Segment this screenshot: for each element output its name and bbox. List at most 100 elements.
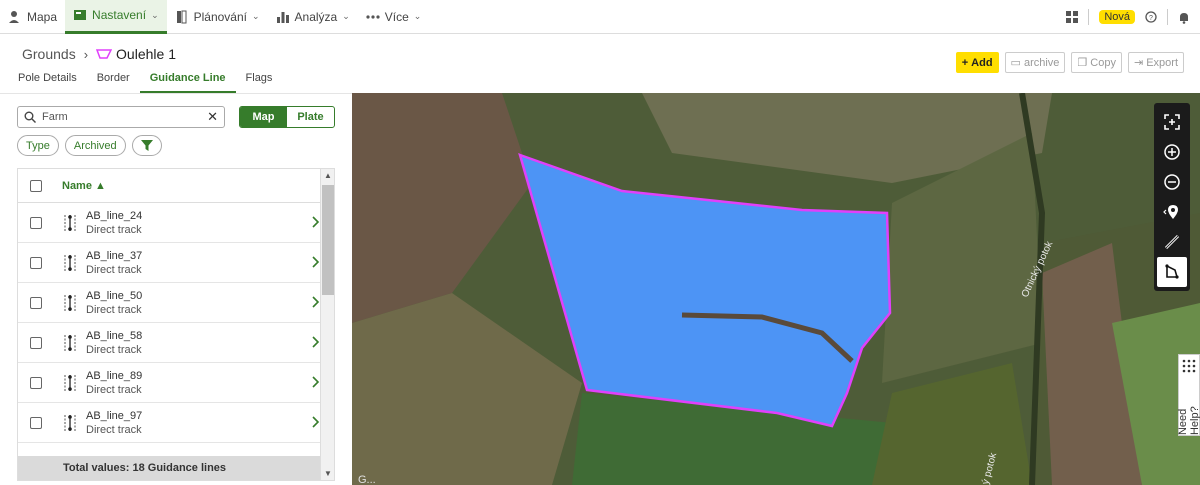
ruler-icon <box>1164 234 1180 250</box>
field-shape-icon <box>96 49 113 59</box>
guidance-line-icon <box>64 334 76 351</box>
fit-extent-button[interactable] <box>1157 107 1187 137</box>
zoom-in-icon <box>1164 144 1180 160</box>
zoom-out-button[interactable] <box>1157 167 1187 197</box>
breadcrumb: Grounds › Oulehle 1 <box>22 46 176 62</box>
list-scrollbar[interactable]: ▲ ▼ <box>320 169 334 480</box>
list-item-type: Direct track <box>86 303 142 316</box>
select-all-checkbox[interactable] <box>30 179 42 192</box>
list-item-name: AB_line_24 <box>86 209 143 222</box>
map-view[interactable]: Otnický potok ý potok G... Need Help? <box>352 93 1200 485</box>
list-item-text: AB_line_58 Direct track <box>86 329 142 357</box>
map-view-button[interactable]: Map <box>240 107 287 127</box>
list-item[interactable]: AB_line_89 Direct track <box>18 363 334 403</box>
nav-item-planovani[interactable]: Plánování ⌄ <box>167 0 268 34</box>
breadcrumb-current-label: Oulehle 1 <box>116 46 176 62</box>
list-item-name: AB_line_37 <box>86 249 143 262</box>
row-checkbox[interactable] <box>30 256 42 269</box>
view-toggle: Map Plate <box>239 106 335 128</box>
plate-view-button[interactable]: Plate <box>287 107 334 127</box>
tab-flags[interactable]: Flags <box>236 66 283 93</box>
list-item[interactable]: AB_line_24 Direct track <box>18 203 334 243</box>
scrollbar-thumb[interactable] <box>322 185 334 295</box>
measure-button[interactable] <box>1157 227 1187 257</box>
chevron-right-icon[interactable] <box>312 296 320 308</box>
need-help-label: Need Help? <box>1177 406 1200 435</box>
list-item[interactable]: AB_line_50 Direct track <box>18 283 334 323</box>
tab-pole-details[interactable]: Pole Details <box>8 66 87 93</box>
row-checkbox[interactable] <box>30 336 42 349</box>
chevron-down-icon: ⌄ <box>342 11 350 21</box>
row-checkbox[interactable] <box>30 296 42 309</box>
list-item[interactable]: AB_line_97 Direct track <box>18 403 334 443</box>
grid-dots-icon <box>1182 359 1196 373</box>
list-item[interactable]: AB_line_37 Direct track <box>18 243 334 283</box>
chevron-right-icon[interactable] <box>312 256 320 268</box>
list-rows: AB_line_24 Direct track AB_line_37 Direct t… <box>18 203 334 443</box>
chevron-right-icon: › <box>83 46 89 62</box>
list-item-text: AB_line_37 Direct track <box>86 249 142 277</box>
tab-bar: Pole Details Border Guidance Line Flags <box>0 66 1200 93</box>
scroll-down-icon[interactable]: ▼ <box>324 469 332 478</box>
row-checkbox[interactable] <box>30 216 42 229</box>
bell-icon[interactable] <box>1178 11 1190 24</box>
chevron-right-icon[interactable] <box>312 216 320 228</box>
filter-chips: Type Archived <box>17 135 162 156</box>
zoom-in-button[interactable] <box>1157 137 1187 167</box>
settings-panel-icon <box>74 10 87 20</box>
nav-item-mapa[interactable]: Mapa <box>0 0 65 34</box>
clear-icon[interactable]: ✕ <box>207 109 218 125</box>
list-item-name: AB_line_58 <box>86 329 143 342</box>
list-header: Name ▲ <box>18 169 334 203</box>
tab-border[interactable]: Border <box>87 66 140 93</box>
list-item-type: Direct track <box>86 223 142 236</box>
filter-button[interactable] <box>131 135 162 156</box>
nav-label: Analýza <box>294 9 338 24</box>
row-checkbox[interactable] <box>30 416 42 429</box>
name-column-header[interactable]: Name ▲ <box>62 180 106 192</box>
search-icon <box>24 111 36 123</box>
scroll-up-icon[interactable]: ▲ <box>324 171 332 180</box>
polygon-edit-icon <box>1165 264 1179 279</box>
nav-label: Mapa <box>27 9 58 24</box>
list-item-name: AB_line_89 <box>86 369 143 382</box>
map-toolbar <box>1154 103 1190 291</box>
list-item-text: AB_line_97 Direct track <box>86 409 142 437</box>
list-item-text: AB_line_89 Direct track <box>86 369 142 397</box>
person-pin-icon <box>9 10 19 23</box>
list-item[interactable]: AB_line_58 Direct track <box>18 323 334 363</box>
chevron-down-icon: ⌄ <box>151 9 159 20</box>
chevron-right-icon[interactable] <box>312 376 320 388</box>
apps-grid-icon[interactable] <box>1066 11 1079 23</box>
list-item-name: AB_line_97 <box>86 409 143 422</box>
list-item-name: AB_line_50 <box>86 289 143 302</box>
nav-item-analyza[interactable]: Analýza ⌄ <box>268 0 358 34</box>
top-right-controls: Nová ? <box>1066 0 1200 34</box>
nav-item-vice[interactable]: Více ⌄ <box>358 0 430 34</box>
archived-filter-chip[interactable]: Archived <box>64 135 126 156</box>
need-help-tab[interactable]: Need Help? <box>1177 354 1200 436</box>
tab-guidance-line[interactable]: Guidance Line <box>139 66 236 93</box>
guidance-line-icon <box>64 254 76 271</box>
draw-boundary-button[interactable] <box>1157 257 1187 287</box>
left-panel: Farm ✕ Map Plate Type Archived Name ▲ AB… <box>0 93 352 485</box>
list-footer: Total values: 18 Guidance lines <box>18 456 320 480</box>
type-filter-chip[interactable]: Type <box>17 135 59 156</box>
search-input[interactable]: Farm ✕ <box>17 106 225 128</box>
breadcrumb-root[interactable]: Grounds <box>22 46 76 62</box>
fit-extent-icon <box>1164 114 1180 130</box>
help-icon[interactable]: ? <box>1145 11 1157 23</box>
locate-button[interactable] <box>1157 197 1187 227</box>
book-icon <box>176 10 187 23</box>
list-item-text: AB_line_24 Direct track <box>86 209 142 237</box>
divider <box>1088 9 1090 25</box>
chevron-right-icon[interactable] <box>312 336 320 348</box>
guidance-line-icon <box>64 214 76 231</box>
nav-item-nastaveni[interactable]: Nastavení ⌄ <box>65 0 167 34</box>
new-badge[interactable]: Nová <box>1099 10 1135 24</box>
nav-label: Více <box>384 9 409 24</box>
row-checkbox[interactable] <box>30 376 42 389</box>
top-navigation: Mapa Nastavení ⌄ Plánování ⌄ Analýza ⌄ V… <box>0 0 1200 34</box>
satellite-map[interactable]: Otnický potok ý potok G... <box>352 93 1200 485</box>
chevron-right-icon[interactable] <box>312 416 320 428</box>
